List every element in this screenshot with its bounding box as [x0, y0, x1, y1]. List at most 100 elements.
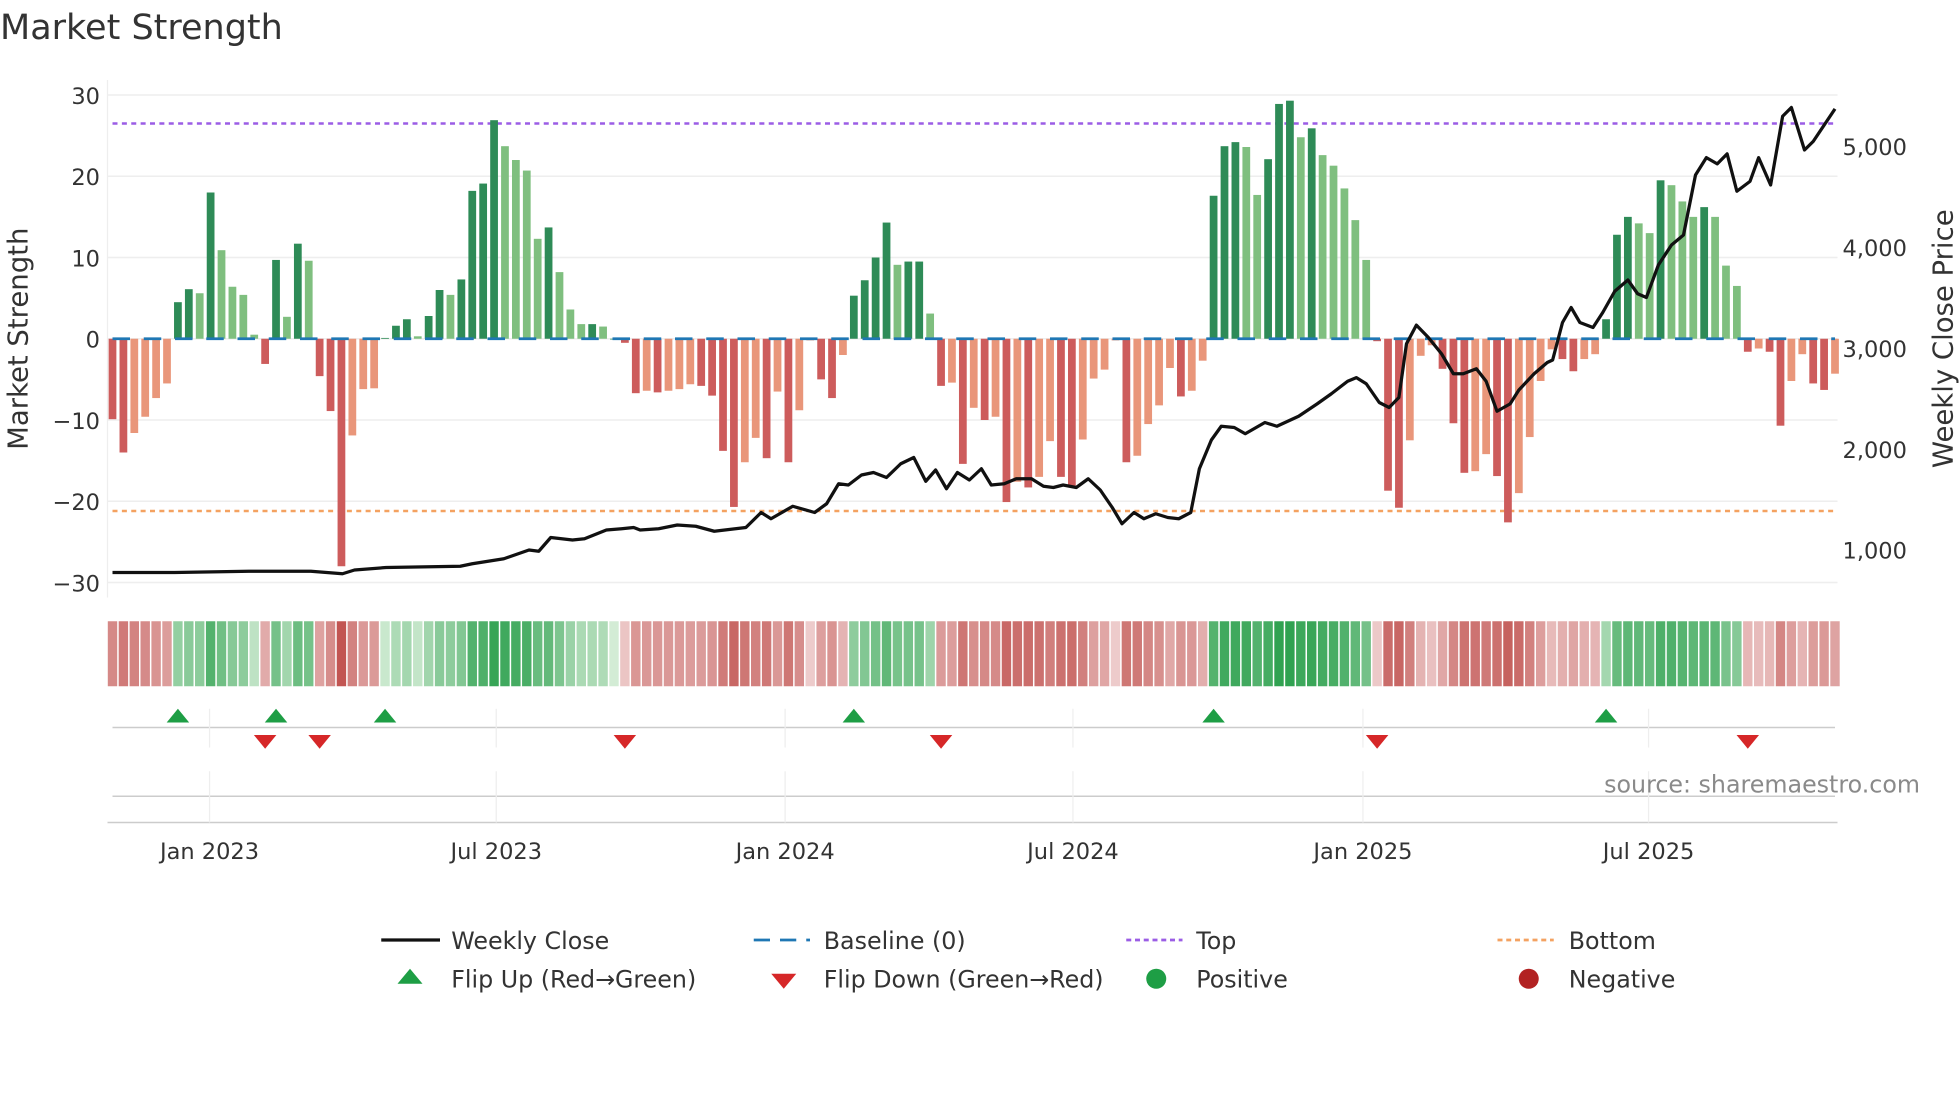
strength-bar [1623, 216, 1632, 339]
strength-bar [130, 338, 139, 433]
strength-bar [174, 302, 182, 339]
legend-label: Bottom [1569, 927, 1656, 955]
heat-cell [663, 621, 674, 687]
strength-bar [1820, 338, 1828, 390]
heat-cell [1099, 621, 1110, 687]
strength-bar [1067, 338, 1076, 487]
strength-bar [424, 316, 433, 339]
heat-cell [696, 621, 706, 687]
strength-bar [588, 324, 597, 339]
strength-bar [392, 325, 400, 339]
legend-item-negative[interactable]: Negative [1518, 966, 1676, 994]
strength-bar [1754, 338, 1763, 349]
heat-cell [1590, 621, 1600, 687]
strength-bar [1351, 220, 1360, 339]
heat-cell [1830, 621, 1840, 687]
heat-cell [1710, 621, 1720, 687]
heat-cell [631, 621, 641, 687]
strength-bar [1743, 338, 1752, 352]
strength-bar [206, 192, 215, 339]
strength-bar [653, 338, 662, 393]
legend-item-positive[interactable]: Positive [1146, 966, 1288, 994]
strength-bar [860, 280, 869, 339]
heat-cell [260, 621, 270, 687]
strength-bar [1787, 338, 1796, 381]
heat-cell [314, 621, 325, 687]
strength-bar [1100, 338, 1109, 370]
heat-cell [903, 621, 914, 687]
flip-up-marker [842, 708, 866, 723]
heat-cell [1165, 621, 1175, 687]
circle-icon [1146, 968, 1167, 989]
y-tick-label: 30 [71, 84, 100, 110]
strength-bar [708, 338, 716, 396]
heat-cell [1535, 621, 1546, 687]
strength-bar [163, 338, 171, 384]
strength-bar [675, 338, 684, 390]
legend-label: Positive [1196, 966, 1288, 994]
heat-cell [881, 621, 892, 687]
strength-bar [1525, 338, 1534, 438]
heat-cell [1492, 621, 1502, 687]
strength-bar [828, 338, 836, 399]
strength-bar [522, 170, 531, 339]
heat-cell [1045, 621, 1055, 687]
strength-bar [108, 338, 117, 420]
strength-bar [239, 294, 248, 339]
strength-bar [958, 338, 967, 464]
legend-item-weekly-close[interactable]: Weekly Close [381, 927, 609, 955]
legend-item-bottom[interactable]: Bottom [1497, 927, 1656, 955]
heat-cell [718, 621, 728, 687]
heat-cell [1623, 621, 1633, 687]
heat-cell [467, 621, 477, 687]
heat-cell [641, 621, 652, 687]
heat-cell [304, 621, 314, 687]
heat-cell [1132, 621, 1142, 687]
y-tick-label: −20 [53, 490, 100, 516]
y-tick-label: −10 [53, 409, 100, 435]
strength-bar [1318, 155, 1327, 339]
strength-bar [1046, 338, 1054, 442]
chart-figure: Market Strength 30 20 10 0 −10 −20 −30 1,000 2,… [0, 0, 1960, 1103]
heat-cell [860, 621, 870, 687]
heat-cell [1753, 621, 1764, 687]
strength-bar [326, 338, 335, 412]
legend-item-flip-down[interactable]: Flip Down (Green→Red) [771, 966, 1104, 994]
strength-bar [1035, 338, 1044, 477]
heat-cell [391, 621, 401, 687]
strength-bar [435, 290, 444, 339]
strength-bar [533, 238, 542, 339]
heat-cell [336, 621, 347, 687]
heat-cell [1797, 621, 1807, 687]
strength-bar [980, 338, 989, 420]
strength-bar [1286, 100, 1294, 339]
heat-cell [1612, 621, 1622, 687]
heat-cell [1666, 621, 1677, 687]
legend-label: Weekly Close [451, 927, 609, 955]
x-tick-label: Jul 2023 [448, 839, 542, 865]
heat-cell [1350, 621, 1361, 687]
legend-item-top[interactable]: Top [1126, 927, 1236, 955]
heat-cell [554, 621, 565, 687]
strength-bar [1296, 137, 1305, 339]
heat-cell [140, 621, 150, 687]
strength-bar [1809, 338, 1818, 384]
legend-item-flip-up[interactable]: Flip Up (Red→Green) [397, 966, 697, 994]
heat-cell [500, 621, 510, 687]
heat-cell [1721, 621, 1731, 687]
heat-cell [1426, 621, 1437, 687]
strength-bar [1166, 338, 1174, 368]
heat-cell [369, 621, 379, 687]
strength-bar [751, 338, 760, 438]
strength-bar [1831, 338, 1839, 374]
strength-bar [1362, 259, 1371, 339]
strength-bar [1689, 216, 1698, 339]
strength-bar [1133, 338, 1142, 456]
legend-item-baseline[interactable]: Baseline (0) [753, 927, 966, 955]
legend: Weekly Close Baseline (0) Top Bottom Fli… [381, 927, 1675, 994]
strength-bar [1405, 338, 1414, 441]
heat-cell [990, 621, 1001, 687]
heat-cell [1023, 621, 1033, 687]
strength-bar [1602, 319, 1610, 339]
flip-down-marker [253, 735, 277, 749]
